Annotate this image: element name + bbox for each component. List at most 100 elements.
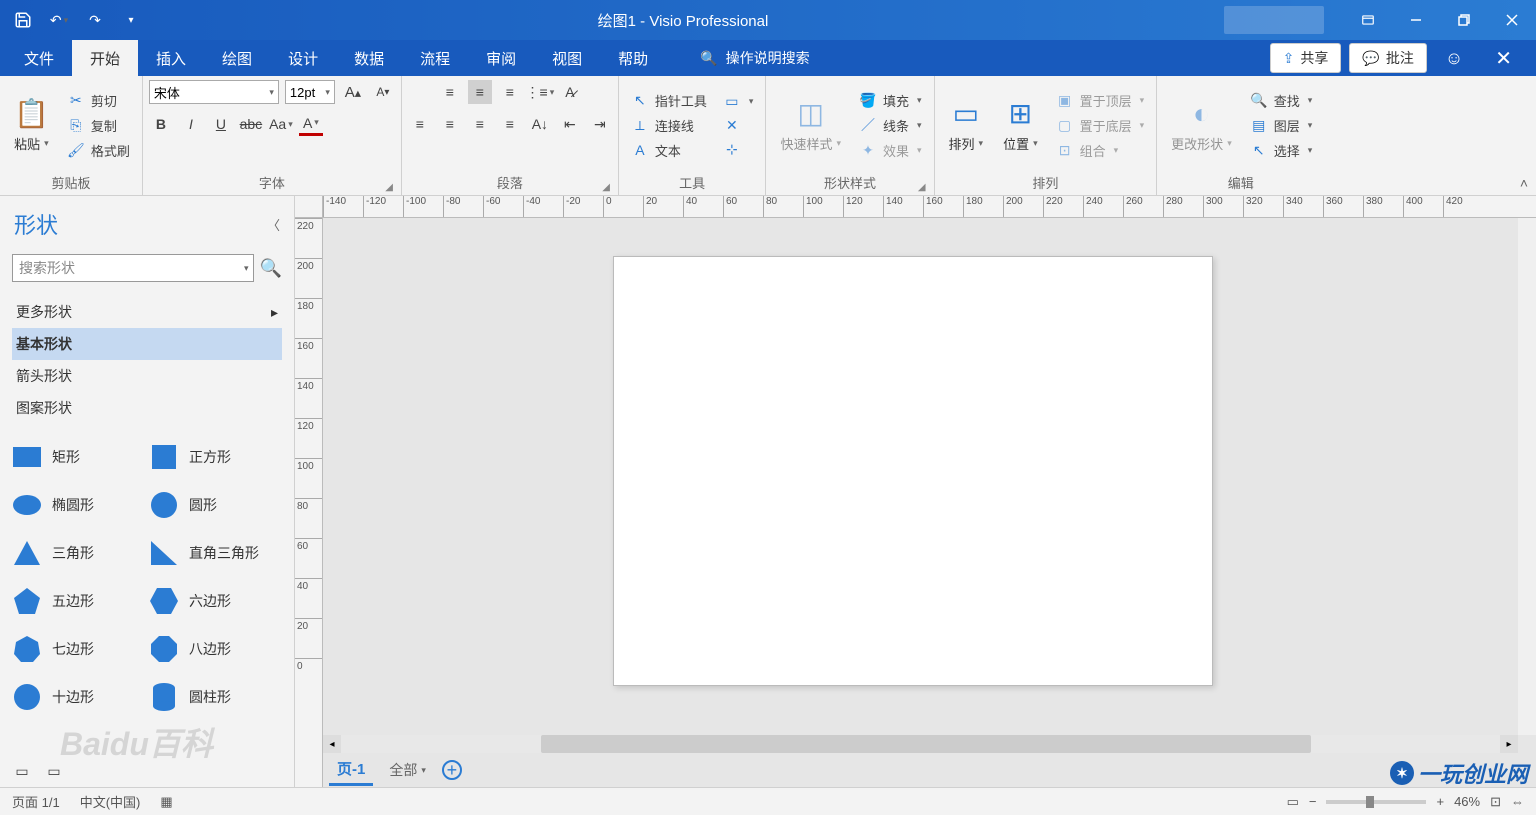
drawing-page[interactable] [613, 256, 1213, 686]
justify-icon[interactable]: ≡ [498, 112, 522, 136]
shape-styles-dialog-launcher[interactable]: ◢ [918, 182, 926, 193]
tab-insert[interactable]: 插入 [138, 40, 204, 76]
italic-icon[interactable]: I [179, 112, 203, 136]
search-icon[interactable]: 🔍 [260, 258, 282, 279]
page-tab-1[interactable]: 页-1 [329, 754, 373, 786]
qat-customize-icon[interactable]: ▾ [120, 9, 142, 31]
bullets-icon[interactable]: ⋮≡▾ [528, 80, 552, 104]
decrease-indent-icon[interactable]: ⇤ [558, 112, 582, 136]
font-dialog-launcher[interactable]: ◢ [385, 182, 393, 193]
search-dropdown-icon[interactable]: ▾ [244, 263, 249, 274]
status-record-icon[interactable]: ▦ [160, 794, 172, 810]
align-right-icon[interactable]: ≡ [468, 112, 492, 136]
tab-help[interactable]: 帮助 [600, 40, 666, 76]
zoom-level[interactable]: 46% [1454, 794, 1480, 809]
zoom-slider[interactable] [1326, 800, 1426, 804]
panel-view1-icon[interactable]: ▭ [10, 759, 34, 783]
scroll-left-icon[interactable]: ◂ [323, 735, 341, 753]
tab-review[interactable]: 审阅 [468, 40, 534, 76]
font-name-combo[interactable]: 宋体▾ [149, 80, 279, 104]
text-direction-icon[interactable]: A↓ [528, 112, 552, 136]
shape-pentagon[interactable]: 五边形 [12, 586, 145, 616]
paragraph-dialog-launcher[interactable]: ◢ [602, 182, 610, 193]
canvas-viewport[interactable] [323, 218, 1518, 735]
share-button[interactable]: ⇪共享 [1270, 43, 1342, 73]
decrease-font-icon[interactable]: A▾ [371, 80, 395, 104]
fit-page-icon[interactable]: ⊡ [1490, 794, 1501, 810]
align-middle-icon[interactable]: ≡ [468, 80, 492, 104]
fit-width-icon[interactable]: ⇔ [1511, 794, 1524, 809]
strikethrough-icon[interactable]: abc [239, 112, 263, 136]
align-button[interactable]: ▭ 排列▾ [941, 93, 992, 157]
change-case-icon[interactable]: Aa▾ [269, 112, 293, 136]
select-button[interactable]: ↖选择▾ [1244, 139, 1319, 162]
status-language[interactable]: 中文(中国) [80, 792, 141, 811]
zoom-in-icon[interactable]: + [1436, 794, 1444, 809]
rectangle-tool-button[interactable]: ▭▾ [717, 90, 760, 112]
shape-circle[interactable]: 圆形 [149, 490, 282, 520]
shape-rectangle[interactable]: 矩形 [12, 442, 145, 472]
hscroll-thumb[interactable] [541, 735, 1311, 753]
shapes-search-input[interactable]: 搜索形状 ▾ [12, 254, 254, 282]
tab-view[interactable]: 视图 [534, 40, 600, 76]
panel-view2-icon[interactable]: ▭ [42, 759, 66, 783]
tab-draw[interactable]: 绘图 [204, 40, 270, 76]
horizontal-scrollbar[interactable]: ◂ ▸ [323, 735, 1518, 753]
clear-format-icon[interactable]: A̷ [558, 80, 582, 104]
fill-button[interactable]: 🪣填充▾ [853, 89, 928, 112]
connector-tool-button[interactable]: ⟂连接线 [625, 114, 713, 137]
zoom-out-icon[interactable]: − [1309, 794, 1317, 809]
shape-octagon[interactable]: 八边形 [149, 634, 282, 664]
position-button[interactable]: ⊞ 位置▾ [995, 93, 1046, 157]
pointer-tool-button[interactable]: ↖指针工具 [625, 89, 713, 112]
tab-home[interactable]: 开始 [72, 40, 138, 76]
shape-square[interactable]: 正方形 [149, 442, 282, 472]
tab-design[interactable]: 设计 [270, 40, 336, 76]
shape-hexagon[interactable]: 六边形 [149, 586, 282, 616]
feedback-icon[interactable]: ☺ [1435, 48, 1473, 69]
save-icon[interactable] [12, 9, 34, 31]
align-top-icon[interactable]: ≡ [438, 80, 462, 104]
stencil-arrows[interactable]: 箭头形状 [12, 360, 282, 392]
shape-triangle[interactable]: 三角形 [12, 538, 145, 568]
paste-button[interactable]: 📋 粘贴▾ [6, 93, 57, 157]
account-area[interactable] [1224, 6, 1324, 34]
collapse-panel-icon[interactable]: 〈 [267, 215, 280, 234]
collapse-ribbon-icon[interactable]: ˄ [1520, 175, 1528, 191]
redo-icon[interactable]: ↷ [84, 9, 106, 31]
ribbon-display-icon[interactable] [1344, 0, 1392, 40]
align-bottom-icon[interactable]: ≡ [498, 80, 522, 104]
bold-icon[interactable]: B [149, 112, 173, 136]
font-size-combo[interactable]: 12pt▾ [285, 80, 335, 104]
shape-heptagon[interactable]: 七边形 [12, 634, 145, 664]
tell-me-search[interactable]: 🔍 操作说明搜索 [686, 40, 823, 76]
stencil-basic[interactable]: 基本形状 [12, 328, 282, 360]
all-pages-button[interactable]: 全部▾ [389, 760, 426, 780]
text-tool-button[interactable]: A文本 [625, 139, 713, 162]
close-ribbon-icon[interactable]: ✕ [1481, 46, 1526, 71]
add-page-button[interactable]: + [442, 760, 462, 780]
undo-icon[interactable]: ↶ ▾ [48, 9, 70, 31]
underline-icon[interactable]: U [209, 112, 233, 136]
shape-cylinder[interactable]: 圆柱形 [149, 682, 282, 712]
format-painter-button[interactable]: 🖌格式刷 [61, 139, 136, 162]
scroll-right-icon[interactable]: ▸ [1500, 735, 1518, 753]
align-center-icon[interactable]: ≡ [438, 112, 462, 136]
increase-indent-icon[interactable]: ⇥ [588, 112, 612, 136]
tab-file[interactable]: 文件 [6, 40, 72, 76]
stencil-patterns[interactable]: 图案形状 [12, 392, 282, 424]
shape-right-triangle[interactable]: 直角三角形 [149, 538, 282, 568]
delete-tool-button[interactable]: ✕ [717, 114, 760, 136]
close-icon[interactable] [1488, 0, 1536, 40]
comments-button[interactable]: 💬批注 [1349, 43, 1426, 73]
connection-point-button[interactable]: ⊹ [717, 138, 760, 160]
copy-button[interactable]: ⎘复制 [61, 114, 136, 137]
shape-ellipse[interactable]: 椭圆形 [12, 490, 145, 520]
tab-data[interactable]: 数据 [336, 40, 402, 76]
align-left-icon[interactable]: ≡ [408, 112, 432, 136]
presentation-mode-icon[interactable]: ▭ [1287, 794, 1299, 810]
maximize-icon[interactable] [1440, 0, 1488, 40]
minimize-icon[interactable] [1392, 0, 1440, 40]
increase-font-icon[interactable]: A▴ [341, 80, 365, 104]
line-button[interactable]: ／线条▾ [853, 114, 928, 137]
